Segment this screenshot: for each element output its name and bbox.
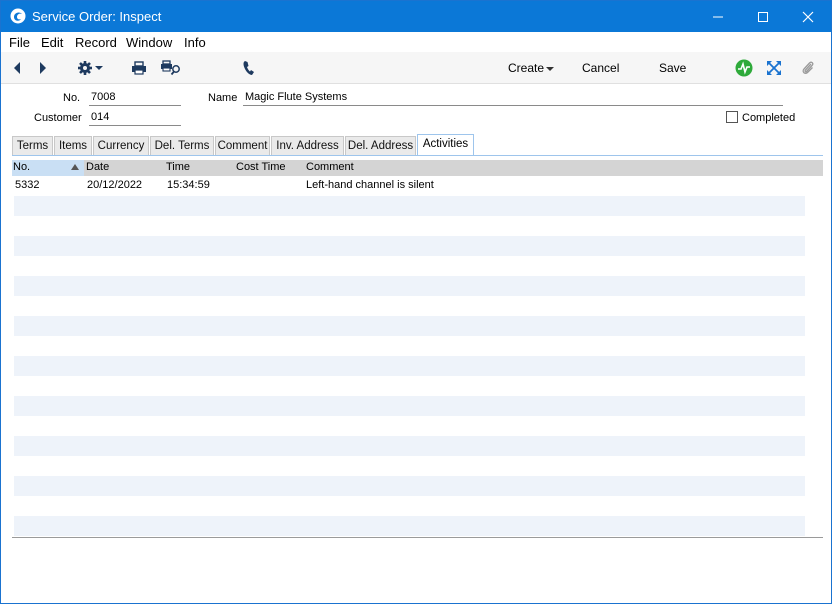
completed-label: Completed — [742, 112, 796, 124]
print-button[interactable] — [129, 58, 149, 78]
empty-row[interactable] — [14, 236, 805, 256]
empty-row[interactable] — [14, 396, 805, 416]
phone-icon — [243, 61, 254, 75]
menu-record[interactable]: Record — [75, 35, 117, 50]
print-preview-icon — [161, 60, 180, 76]
empty-row[interactable] — [14, 376, 805, 396]
empty-row[interactable] — [14, 256, 805, 276]
empty-row[interactable] — [14, 516, 805, 536]
service-order-window: Service Order: Inspect File Edit Record … — [0, 0, 832, 604]
cell-no: 5332 — [15, 179, 40, 191]
tab-del-terms[interactable]: Del. Terms — [150, 136, 214, 156]
no-field[interactable]: 7008 — [89, 90, 181, 106]
menu-edit[interactable]: Edit — [41, 35, 63, 50]
menu-window[interactable]: Window — [126, 35, 172, 50]
sort-ascending-icon — [71, 164, 79, 170]
cell-comment: Left-hand channel is silent — [306, 179, 434, 191]
empty-row[interactable] — [14, 356, 805, 376]
call-button[interactable] — [239, 58, 259, 78]
tab-comment[interactable]: Comment — [215, 136, 270, 156]
minimize-icon — [713, 16, 723, 17]
maximize-button[interactable] — [740, 1, 786, 32]
gear-icon — [78, 61, 92, 75]
tab-del-address[interactable]: Del. Address — [345, 136, 416, 156]
tab-terms[interactable]: Terms — [12, 136, 53, 156]
tab-items[interactable]: Items — [54, 136, 92, 156]
close-icon — [802, 11, 814, 22]
cell-time: 15:34:59 — [167, 179, 210, 191]
empty-row[interactable] — [14, 216, 805, 236]
attachment-button[interactable] — [798, 58, 818, 78]
customer-label: Customer — [34, 112, 82, 124]
tab-divider — [12, 155, 823, 156]
chevron-down-icon — [95, 66, 103, 70]
table-row[interactable]: 5332 20/12/2022 15:34:59 Left-hand chann… — [14, 176, 805, 196]
empty-row[interactable] — [14, 456, 805, 476]
toolbar: Create Cancel Save — [1, 52, 831, 84]
activity-pulse-icon — [735, 59, 753, 77]
tab-currency[interactable]: Currency — [93, 136, 149, 156]
empty-row[interactable] — [14, 476, 805, 496]
arrow-right-icon — [40, 62, 46, 74]
create-menu-button[interactable]: Create — [508, 61, 544, 75]
empty-row[interactable] — [14, 436, 805, 456]
save-button[interactable]: Save — [659, 61, 686, 75]
tab-inv-address[interactable]: Inv. Address — [271, 136, 344, 156]
printer-icon — [132, 61, 146, 75]
column-header-cost-time[interactable]: Cost Time — [236, 161, 286, 173]
grid-header: No. Date Time Cost Time Comment — [12, 160, 823, 176]
empty-row[interactable] — [14, 336, 805, 356]
no-label: No. — [63, 92, 81, 104]
menu-info[interactable]: Info — [184, 35, 206, 50]
arrow-left-icon — [14, 62, 20, 74]
status-indicator[interactable] — [734, 58, 754, 78]
paperclip-icon — [802, 61, 814, 74]
close-button[interactable] — [785, 1, 831, 32]
empty-row[interactable] — [14, 296, 805, 316]
name-field[interactable]: Magic Flute Systems — [243, 90, 783, 106]
name-label: Name — [208, 92, 238, 104]
window-title: Service Order: Inspect — [32, 9, 162, 24]
print-preview-button[interactable] — [159, 58, 183, 78]
operations-menu-button[interactable] — [75, 58, 105, 78]
empty-row[interactable] — [14, 416, 805, 436]
column-header-date[interactable]: Date — [86, 161, 109, 173]
customer-field[interactable]: 014 — [89, 110, 181, 126]
menu-bar: File Edit Record Window Info — [1, 32, 831, 52]
create-chevron-down-icon — [546, 67, 554, 71]
maximize-icon — [758, 11, 768, 22]
footer-divider — [12, 537, 823, 538]
empty-row[interactable] — [14, 316, 805, 336]
cancel-button[interactable]: Cancel — [582, 61, 619, 75]
tab-activities[interactable]: Activities — [417, 134, 474, 156]
empty-row[interactable] — [14, 196, 805, 216]
column-header-time[interactable]: Time — [166, 161, 190, 173]
next-record-button[interactable] — [33, 58, 53, 78]
expand-arrows-icon — [767, 61, 781, 75]
minimize-button[interactable] — [695, 1, 741, 32]
completed-checkbox[interactable] — [726, 111, 738, 123]
expand-button[interactable] — [764, 58, 784, 78]
previous-record-button[interactable] — [7, 58, 27, 78]
menu-file[interactable]: File — [9, 35, 30, 50]
title-bar: Service Order: Inspect — [1, 1, 831, 32]
app-logo-icon — [10, 8, 26, 24]
column-header-no[interactable]: No. — [13, 161, 30, 173]
cell-date: 20/12/2022 — [87, 179, 143, 191]
column-header-comment[interactable]: Comment — [306, 161, 354, 173]
empty-row[interactable] — [14, 276, 805, 296]
empty-row[interactable] — [14, 496, 805, 516]
